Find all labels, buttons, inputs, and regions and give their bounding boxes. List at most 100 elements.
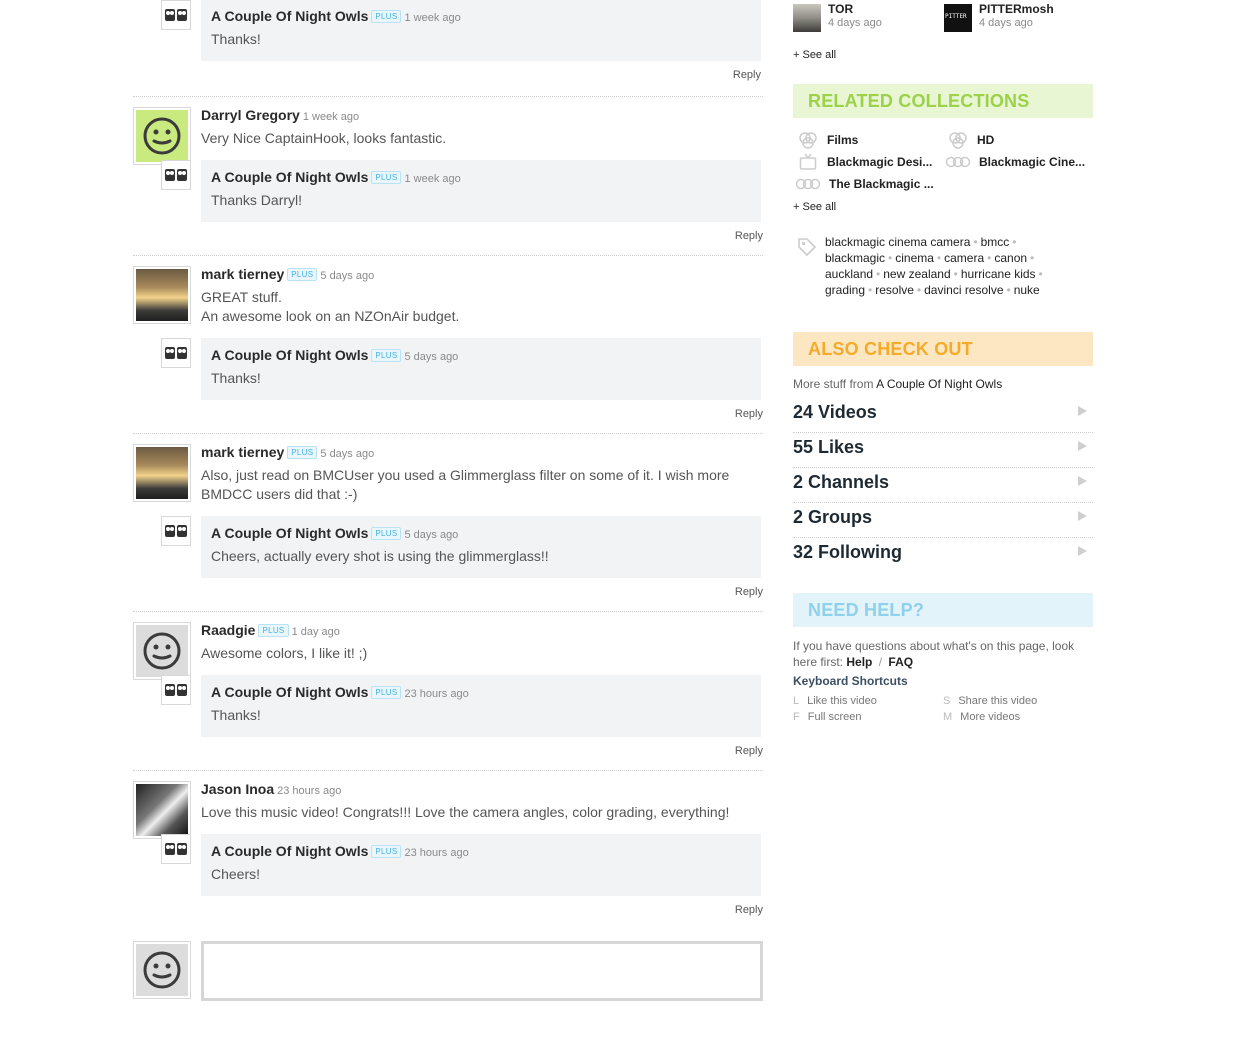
- owl-avatar[interactable]: [161, 516, 191, 546]
- stat-label[interactable]: 24 Videos: [793, 402, 877, 423]
- reply-link[interactable]: Reply: [735, 904, 763, 916]
- tag-link[interactable]: camera: [944, 251, 984, 265]
- comment-author[interactable]: mark tierney: [201, 266, 284, 282]
- comment-textarea[interactable]: [201, 941, 763, 1001]
- tag-link[interactable]: auckland: [825, 267, 873, 281]
- collection-link[interactable]: Blackmagic Cine...: [979, 155, 1091, 169]
- help-link[interactable]: Help: [846, 655, 872, 669]
- reply-time[interactable]: 5 days ago: [404, 529, 458, 541]
- tag-link[interactable]: cinema: [895, 251, 934, 265]
- tag-link[interactable]: resolve: [875, 283, 914, 297]
- reply-author[interactable]: A Couple Of Night Owls: [211, 169, 368, 185]
- plus-badge[interactable]: PLUS: [371, 349, 402, 362]
- smiley-icon: [143, 117, 181, 155]
- liker-name[interactable]: TOR: [828, 2, 853, 16]
- reply-link[interactable]: Reply: [735, 408, 763, 420]
- comment-time[interactable]: 1 day ago: [292, 626, 340, 638]
- avatar[interactable]: [133, 622, 191, 680]
- tag-link[interactable]: hurricane kids: [961, 267, 1036, 281]
- reply-author[interactable]: A Couple Of Night Owls: [211, 843, 368, 859]
- see-all-collections-link[interactable]: + See all: [793, 201, 836, 213]
- owl-avatar[interactable]: [161, 0, 191, 30]
- shortcut-item: S Share this video: [943, 695, 1037, 707]
- stat-likes[interactable]: 55 Likes: [793, 433, 1093, 468]
- reply-link[interactable]: Reply: [735, 586, 763, 598]
- collection-link[interactable]: HD: [977, 133, 1087, 147]
- reply-text: Cheers, actually every shot is using the…: [211, 548, 549, 564]
- tag-link[interactable]: grading: [825, 283, 865, 297]
- plus-badge[interactable]: PLUS: [371, 171, 402, 184]
- collection-link[interactable]: The Blackmagic ...: [829, 177, 937, 191]
- comment-time[interactable]: 23 hours ago: [277, 785, 341, 797]
- owl-avatar[interactable]: [161, 675, 191, 705]
- liker-item[interactable]: PITTER PITTERmosh 4 days ago: [944, 2, 1084, 32]
- owl-avatar[interactable]: [161, 160, 191, 190]
- owl-avatar[interactable]: [161, 338, 191, 368]
- plus-badge[interactable]: PLUS: [287, 268, 318, 281]
- need-help-heading: NEED HELP?: [793, 593, 1093, 627]
- tag-link[interactable]: blackmagic: [825, 251, 885, 265]
- stat-channels[interactable]: 2 Channels: [793, 468, 1093, 503]
- comment-thread: mark tierney PLUS 5 days ago GREAT stuff. …: [133, 256, 763, 434]
- reply-time[interactable]: 23 hours ago: [404, 688, 468, 700]
- comment-author[interactable]: mark tierney: [201, 444, 284, 460]
- stat-videos[interactable]: 24 Videos: [793, 398, 1093, 433]
- tag-link[interactable]: new zealand: [883, 267, 950, 281]
- comment-author[interactable]: Darryl Gregory: [201, 107, 300, 123]
- user-thumbnail[interactable]: PITTER: [944, 4, 972, 32]
- tag-link[interactable]: canon: [994, 251, 1027, 265]
- reply-author[interactable]: A Couple Of Night Owls: [211, 684, 368, 700]
- tag-link[interactable]: blackmagic cinema camera: [825, 235, 970, 249]
- more-from-user-link[interactable]: A Couple Of Night Owls: [876, 377, 1002, 391]
- stat-label[interactable]: 2 Channels: [793, 472, 889, 493]
- liker-name[interactable]: PITTERmosh: [979, 2, 1054, 16]
- owl-avatar[interactable]: [161, 834, 191, 864]
- see-all-likers-link[interactable]: + See all: [793, 49, 836, 61]
- collection-link[interactable]: Blackmagic Desi...: [827, 155, 937, 169]
- faq-link[interactable]: FAQ: [888, 655, 913, 669]
- stat-groups[interactable]: 2 Groups: [793, 503, 1093, 538]
- reply-author[interactable]: A Couple Of Night Owls: [211, 525, 368, 541]
- reply-link[interactable]: Reply: [735, 745, 763, 757]
- collection-link[interactable]: Films: [827, 133, 937, 147]
- tag-link[interactable]: nuke: [1014, 283, 1040, 297]
- plus-badge[interactable]: PLUS: [371, 527, 402, 540]
- tag-link[interactable]: bmcc: [981, 235, 1010, 249]
- reply-time[interactable]: 1 week ago: [404, 12, 460, 24]
- user-thumbnail[interactable]: [793, 4, 821, 32]
- stat-label[interactable]: 2 Groups: [793, 507, 872, 528]
- keyboard-shortcuts-link[interactable]: Keyboard Shortcuts: [793, 674, 908, 688]
- comment-time[interactable]: 5 days ago: [320, 270, 374, 282]
- stat-label[interactable]: 32 Following: [793, 542, 902, 563]
- plus-badge[interactable]: PLUS: [371, 686, 402, 699]
- stat-following[interactable]: 32 Following: [793, 538, 1093, 573]
- tag-icon: [798, 238, 817, 257]
- reply-time[interactable]: 23 hours ago: [404, 847, 468, 859]
- plus-badge[interactable]: PLUS: [371, 10, 402, 23]
- stat-label[interactable]: 55 Likes: [793, 437, 864, 458]
- avatar[interactable]: [133, 781, 191, 839]
- avatar[interactable]: [133, 107, 191, 165]
- plus-badge[interactable]: PLUS: [371, 845, 402, 858]
- avatar[interactable]: [133, 444, 191, 502]
- reply-time[interactable]: 1 week ago: [404, 173, 460, 185]
- liker-item[interactable]: TOR 4 days ago: [793, 2, 933, 32]
- comment-time[interactable]: 5 days ago: [320, 448, 374, 460]
- reply-text: Thanks!: [211, 370, 261, 386]
- comment-time[interactable]: 1 week ago: [303, 111, 359, 123]
- comment-author[interactable]: Raadgie: [201, 622, 255, 638]
- plus-badge[interactable]: PLUS: [287, 446, 318, 459]
- liker-time: 4 days ago: [828, 17, 882, 29]
- reply-box: A Couple Of Night Owls PLUS 1 week ago Tha…: [201, 160, 761, 222]
- comment: mark tierney PLUS 5 days ago Also, just re…: [133, 444, 763, 504]
- reply-time[interactable]: 5 days ago: [404, 351, 458, 363]
- reply-author[interactable]: A Couple Of Night Owls: [211, 8, 368, 24]
- avatar[interactable]: [133, 266, 191, 324]
- reply-link[interactable]: Reply: [733, 69, 761, 81]
- reply-box: A Couple Of Night Owls PLUS 23 hours ago C…: [201, 834, 761, 896]
- comment-author[interactable]: Jason Inoa: [201, 781, 274, 797]
- reply-author[interactable]: A Couple Of Night Owls: [211, 347, 368, 363]
- plus-badge[interactable]: PLUS: [258, 624, 289, 637]
- reply-link[interactable]: Reply: [735, 230, 763, 242]
- tag-link[interactable]: davinci resolve: [924, 283, 1003, 297]
